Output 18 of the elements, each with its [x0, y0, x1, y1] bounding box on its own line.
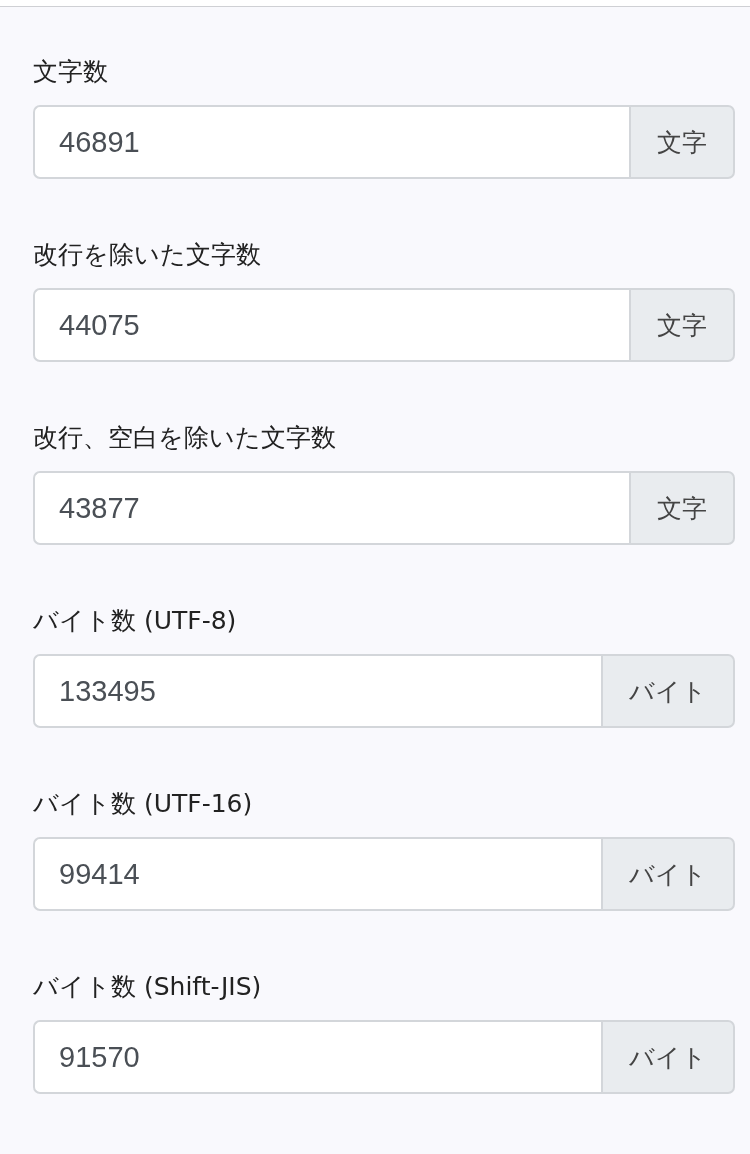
- unit-label: 文字: [629, 471, 735, 545]
- field-label: バイト数 (UTF-8): [33, 605, 238, 637]
- unit-label: バイト: [601, 654, 735, 728]
- unit-label: 文字: [629, 288, 735, 362]
- field-label: 改行を除いた文字数: [33, 239, 262, 271]
- count-field[interactable]: 46891: [33, 105, 629, 179]
- field-label: バイト数 (Shift-JIS): [33, 971, 263, 1003]
- count-field[interactable]: 43877: [33, 471, 629, 545]
- count-field[interactable]: 91570: [33, 1020, 601, 1094]
- count-field[interactable]: 133495: [33, 654, 601, 728]
- unit-label: 文字: [629, 105, 735, 179]
- unit-label: バイト: [601, 1020, 735, 1094]
- count-field[interactable]: 99414: [33, 837, 601, 911]
- field-label: 文字数: [33, 56, 109, 88]
- field-label: バイト数 (UTF-16): [33, 788, 254, 820]
- field-label: 改行、空白を除いた文字数: [33, 422, 337, 454]
- count-field[interactable]: 44075: [33, 288, 629, 362]
- unit-label: バイト: [601, 837, 735, 911]
